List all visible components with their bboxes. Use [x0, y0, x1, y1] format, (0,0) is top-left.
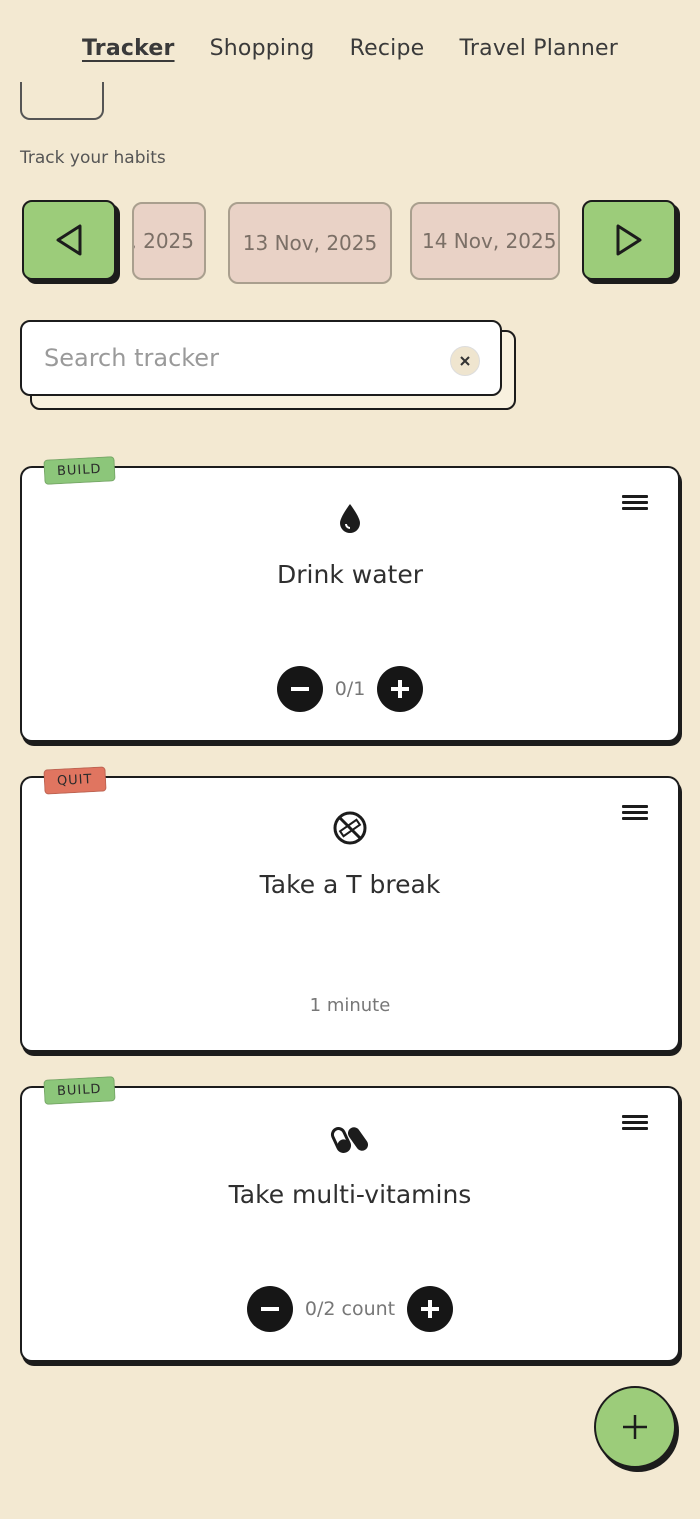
previous-date-button[interactable]: [22, 200, 116, 280]
habit-counter: 0/2 count: [22, 1286, 678, 1332]
minus-icon: [290, 687, 309, 691]
habit-progress: 0/1: [334, 678, 366, 700]
date-selector: , 2025 13 Nov, 2025 14 Nov, 2025: [20, 198, 680, 288]
minus-icon: [260, 1307, 279, 1311]
add-habit-button[interactable]: [594, 1386, 676, 1468]
clear-search-button[interactable]: [450, 346, 480, 376]
drag-handle-icon[interactable]: [622, 492, 648, 516]
habit-progress: 0/2 count: [304, 1298, 396, 1320]
tab-tracker[interactable]: Tracker: [82, 36, 175, 61]
habit-card-t-break[interactable]: QUIT Take a T break 1 minute: [20, 766, 680, 1052]
quit-tag: QUIT: [43, 766, 107, 795]
tab-recipe[interactable]: Recipe: [350, 36, 425, 61]
build-tag: BUILD: [43, 1076, 116, 1105]
search-box: [20, 320, 502, 396]
page-subtitle: Track your habits: [20, 148, 166, 168]
plus-icon: [421, 1300, 440, 1318]
plus-icon: [391, 680, 410, 698]
habit-counter: 0/1: [22, 666, 678, 712]
increment-button[interactable]: [377, 666, 424, 712]
decrement-button[interactable]: [276, 666, 323, 712]
pills-icon: [330, 1127, 369, 1153]
date-chip-previous[interactable]: , 2025: [132, 202, 206, 280]
build-tag: BUILD: [43, 456, 116, 485]
increment-button[interactable]: [407, 1286, 454, 1332]
habit-card-drink-water[interactable]: BUILD Drink water 0/1: [20, 456, 680, 742]
habit-title: Drink water: [277, 560, 423, 589]
drag-handle-icon[interactable]: [622, 802, 648, 826]
water-drop-icon: [340, 504, 360, 533]
decrement-button[interactable]: [246, 1286, 293, 1332]
date-chip-13-nov[interactable]: 13 Nov, 2025: [228, 202, 392, 284]
date-chip-14-nov[interactable]: 14 Nov, 2025: [410, 202, 560, 280]
search-input[interactable]: [42, 343, 446, 373]
next-date-button[interactable]: [582, 200, 676, 280]
no-smoking-icon: [333, 811, 367, 845]
search-container: [20, 320, 516, 410]
habit-duration: 1 minute: [309, 995, 391, 1016]
habit-title: Take multi-vitamins: [228, 1180, 472, 1209]
top-nav: Tracker Shopping Recipe Travel Planner: [0, 36, 700, 61]
close-icon: [460, 356, 470, 366]
partially-hidden-box: [20, 82, 104, 120]
habit-title: Take a T break: [259, 870, 441, 899]
tab-travel-planner[interactable]: Travel Planner: [459, 36, 618, 61]
drag-handle-icon[interactable]: [622, 1112, 648, 1136]
habit-card-multi-vitamins[interactable]: BUILD Take multi-vitamins 0/2 count: [20, 1076, 680, 1362]
triangle-left-icon: [56, 224, 82, 256]
triangle-right-icon: [616, 224, 642, 256]
tab-shopping[interactable]: Shopping: [210, 36, 315, 61]
plus-icon: [623, 1415, 647, 1439]
